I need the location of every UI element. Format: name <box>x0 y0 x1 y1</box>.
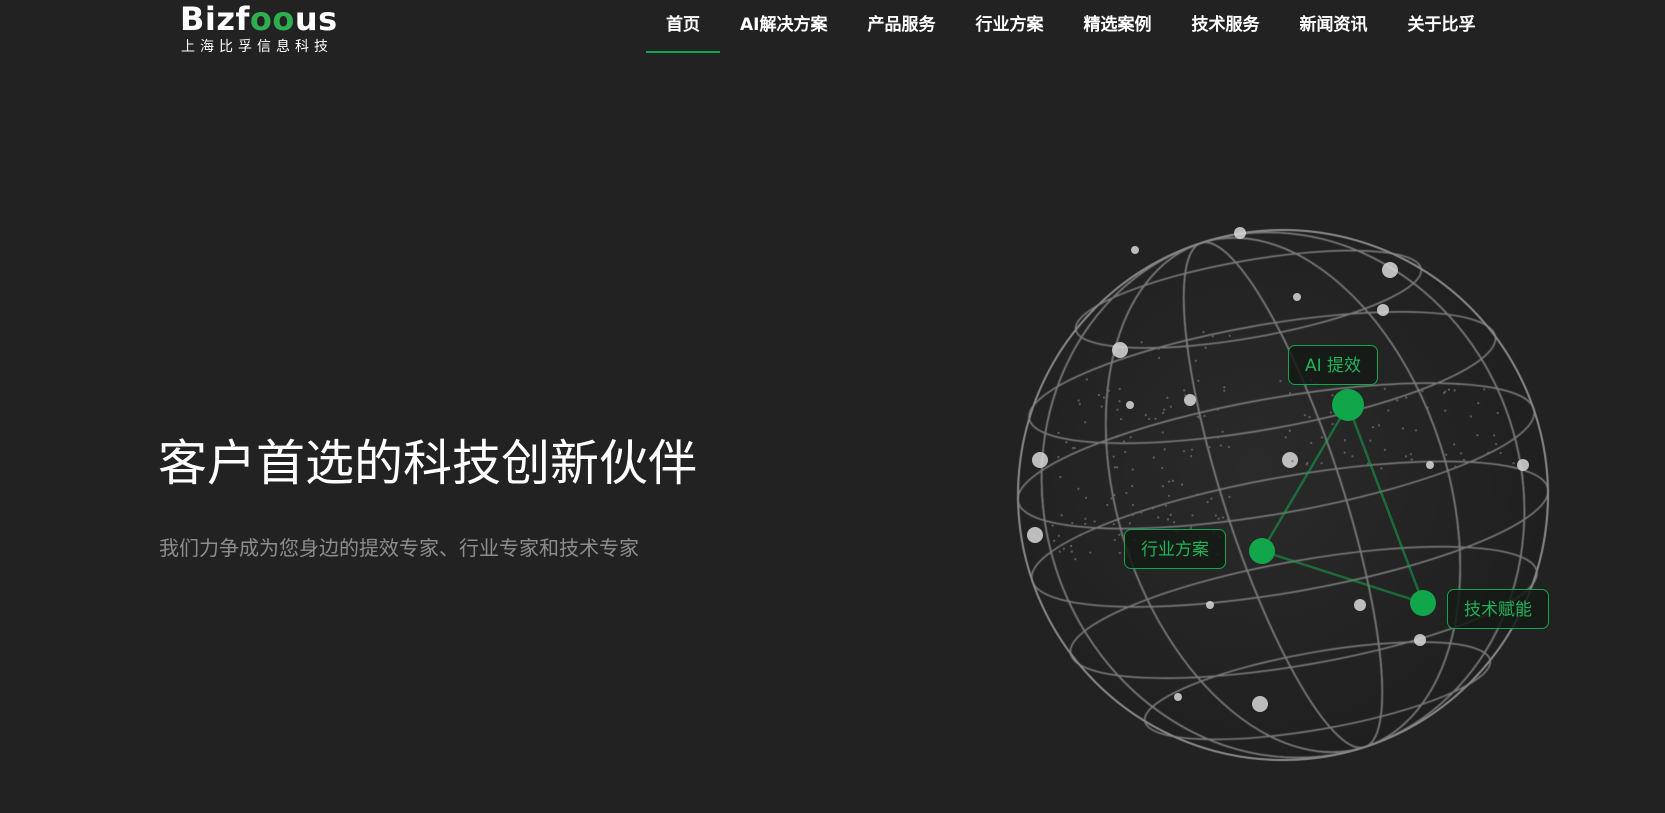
hero-subtitle: 我们力争成为您身边的提效专家、行业专家和技术专家 <box>159 536 639 560</box>
nav-item-tech-services[interactable]: 技术服务 <box>1171 0 1279 53</box>
logo-word-right: us <box>294 0 338 38</box>
tag-tech-empowerment: 技术赋能 <box>1447 589 1549 629</box>
tag-industry-solutions: 行业方案 <box>1124 529 1226 569</box>
logo-word-accent: oo <box>249 0 295 38</box>
tag-ai-efficiency: AI 提效 <box>1288 345 1379 385</box>
nav-item-cases[interactable]: 精选案例 <box>1063 0 1171 53</box>
network-globe-icon <box>1017 227 1549 761</box>
nav-item-news[interactable]: 新闻资讯 <box>1279 0 1387 53</box>
nav-item-home[interactable]: 首页 <box>646 0 720 53</box>
main-nav: 首页 AI解决方案 产品服务 行业方案 精选案例 技术服务 新闻资讯 关于比孚 <box>646 0 1495 56</box>
logo-word-left: Bizf <box>180 0 250 38</box>
hero-title: 客户首选的科技创新伙伴 <box>158 435 698 492</box>
nav-item-products[interactable]: 产品服务 <box>847 0 955 53</box>
bizfocus-logo[interactable]: Bizfoous 上海比孚信息科技 <box>180 0 340 60</box>
home-page: Bizfoous 上海比孚信息科技 首页 AI解决方案 产品服务 行业方案 精选… <box>0 0 1665 813</box>
nav-item-ai-solutions[interactable]: AI解决方案 <box>720 0 847 53</box>
logo-wordmark: Bizfoous <box>180 2 338 36</box>
nav-item-industry[interactable]: 行业方案 <box>955 0 1063 53</box>
logo-subtitle: 上海比孚信息科技 <box>181 39 333 55</box>
nav-item-about[interactable]: 关于比孚 <box>1387 0 1495 53</box>
